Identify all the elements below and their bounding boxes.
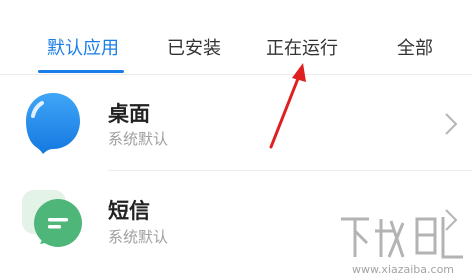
xiazaiba-watermark-logo: www.xiazaiba.com xyxy=(341,217,463,276)
active-tab-indicator xyxy=(38,70,124,73)
messages-app-icon xyxy=(22,190,82,247)
tabs-divider xyxy=(0,74,472,75)
red-arrow-annotation xyxy=(269,63,306,149)
app-subtitle: 系统默认 xyxy=(108,130,169,148)
watermark-url: www.xiazaiba.com xyxy=(352,263,454,276)
app-row-desktop[interactable]: 桌面 系统默认 xyxy=(0,76,472,172)
chevron-right-icon xyxy=(445,113,458,135)
row-divider xyxy=(108,170,472,171)
app-subtitle: 系统默认 xyxy=(108,228,169,246)
app-name: 短信 xyxy=(108,199,150,223)
tab-running[interactable]: 正在运行 xyxy=(266,34,338,60)
desktop-app-icon xyxy=(26,93,80,154)
tab-default-apps[interactable]: 默认应用 xyxy=(47,34,119,60)
tab-all[interactable]: 全部 xyxy=(397,34,433,60)
app-name: 桌面 xyxy=(108,102,150,126)
app-category-tabs: 默认应用 已安装 正在运行 全部 xyxy=(0,0,472,76)
tab-installed[interactable]: 已安装 xyxy=(167,34,221,60)
